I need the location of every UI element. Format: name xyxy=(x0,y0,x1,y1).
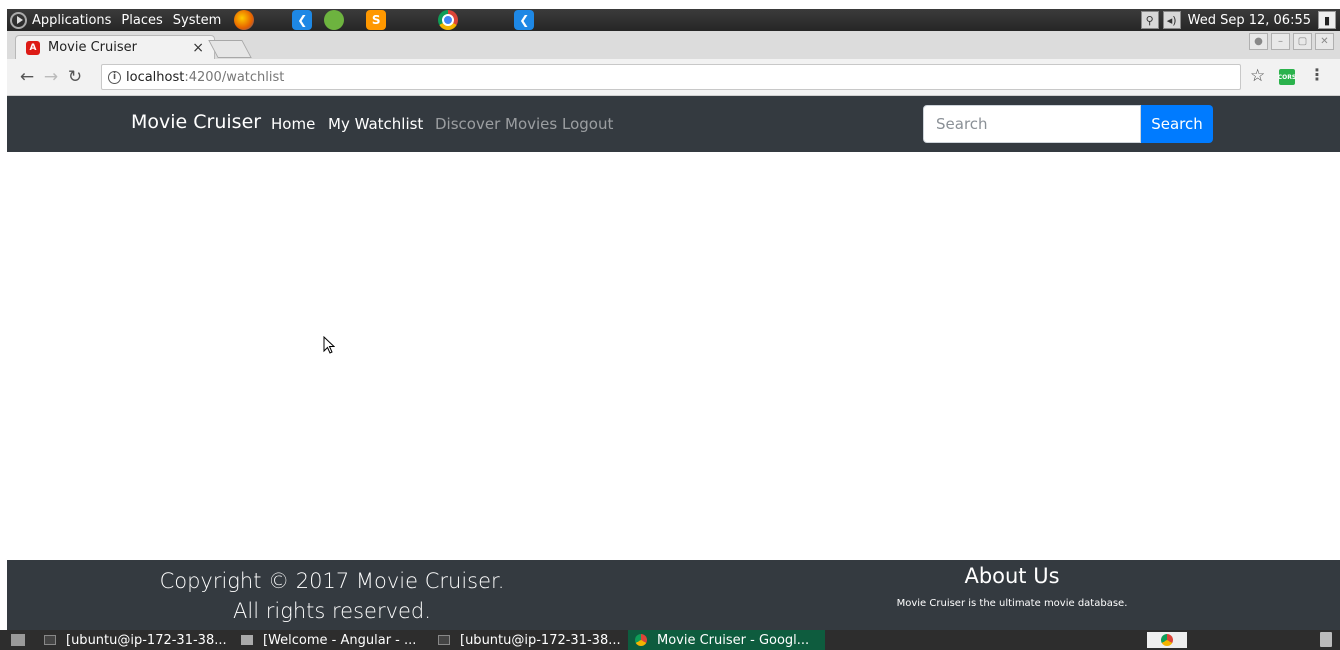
tab-title: Movie Cruiser xyxy=(48,40,137,55)
cors-extension-icon[interactable]: CORS xyxy=(1278,69,1296,85)
applications-menu-label: Applications xyxy=(32,12,112,28)
terminal-icon xyxy=(44,635,56,645)
minimize-icon[interactable]: – xyxy=(1271,33,1290,50)
firefox-icon[interactable] xyxy=(234,10,255,30)
vscode-icon[interactable]: ❮ xyxy=(292,10,313,30)
close-tab-icon[interactable]: × xyxy=(192,40,204,56)
workspace-switcher[interactable] xyxy=(1147,632,1187,648)
back-arrow-icon[interactable]: ← xyxy=(15,65,39,89)
taskbar-item-label: [ubuntu@ip-172-31-38... xyxy=(460,632,621,648)
sublime-text-icon[interactable]: S xyxy=(366,10,387,30)
bottom-taskbar: [ubuntu@ip-172-31-38... [Welcome - Angul… xyxy=(0,630,1340,650)
tab-strip: A Movie Cruiser × ● – ▢ ✕ xyxy=(7,31,1340,59)
spring-icon[interactable] xyxy=(324,10,345,30)
chrome-menu-icon[interactable]: ⋮ xyxy=(1309,65,1325,84)
copyright-text: Copyright © 2017 Movie Cruiser. All righ… xyxy=(132,566,532,626)
places-menu[interactable]: Places xyxy=(118,9,169,31)
window-controls: ● – ▢ ✕ xyxy=(1249,33,1334,50)
reload-icon[interactable]: ↻ xyxy=(63,65,87,89)
places-menu-label: Places xyxy=(121,12,163,28)
copyright-line-1: Copyright © 2017 Movie Cruiser. xyxy=(159,569,505,593)
nav-link-logout[interactable]: Logout xyxy=(562,115,613,133)
copyright-line-2: All rights reserved. xyxy=(233,599,431,623)
about-us-heading: About Us xyxy=(964,564,1060,588)
maximize-icon[interactable]: ▢ xyxy=(1293,33,1312,50)
app-footer: Copyright © 2017 Movie Cruiser. All righ… xyxy=(7,560,1340,630)
vscode-icon[interactable]: ❮ xyxy=(514,10,535,30)
tab-movie-cruiser[interactable]: A Movie Cruiser × xyxy=(15,35,215,59)
chrome-icon xyxy=(635,634,647,646)
app-navbar: Movie Cruiser Home My Watchlist Discover… xyxy=(7,96,1340,152)
url-host: localhost xyxy=(126,69,185,85)
search-button[interactable]: Search xyxy=(1141,105,1213,143)
navbar-brand[interactable]: Movie Cruiser xyxy=(131,111,261,133)
about-us-text: Movie Cruiser is the ultimate movie data… xyxy=(896,598,1128,609)
volume-icon[interactable]: ◂) xyxy=(1162,11,1181,29)
taskbar-item-files[interactable]: [Welcome - Angular - ... xyxy=(234,630,431,650)
nav-link-home[interactable]: Home xyxy=(271,115,315,133)
chrome-icon[interactable] xyxy=(438,10,459,30)
profile-icon[interactable]: ● xyxy=(1249,33,1268,50)
ubuntu-logo-icon xyxy=(10,11,27,29)
nav-link-discover-movies[interactable]: Discover Movies xyxy=(435,115,557,133)
taskbar-item-label: [ubuntu@ip-172-31-38... xyxy=(66,632,227,648)
taskbar-item-terminal-1[interactable]: [ubuntu@ip-172-31-38... xyxy=(37,630,234,650)
info-icon[interactable]: i xyxy=(108,70,121,84)
bookmark-star-icon[interactable]: ☆ xyxy=(1250,66,1265,86)
terminal-icon xyxy=(438,635,450,645)
top-panel: Applications Places System ❮ S ❮ ⚲ ◂) We… xyxy=(7,9,1340,31)
mouse-pointer-icon xyxy=(323,336,335,354)
close-window-icon[interactable]: ✕ xyxy=(1315,33,1334,50)
trash-icon[interactable] xyxy=(1320,632,1332,647)
forward-arrow-icon[interactable]: → xyxy=(39,65,63,89)
nav-link-my-watchlist[interactable]: My Watchlist xyxy=(328,115,423,133)
address-bar[interactable]: i localhost :4200/watchlist xyxy=(101,64,1241,90)
watchlist-content xyxy=(7,152,1340,560)
angular-favicon-icon: A xyxy=(26,40,40,55)
taskbar-item-chrome[interactable]: Movie Cruiser - Googl... xyxy=(628,630,825,650)
clock[interactable]: Wed Sep 12, 06:55 xyxy=(1188,13,1311,28)
power-icon[interactable]: ▮ xyxy=(1318,11,1336,29)
show-desktop-icon[interactable] xyxy=(11,634,25,646)
files-icon xyxy=(241,635,253,645)
system-menu-label: System xyxy=(172,12,222,28)
taskbar-item-label: [Welcome - Angular - ... xyxy=(263,632,417,648)
applications-menu[interactable]: Applications xyxy=(7,9,118,31)
taskbar-item-terminal-2[interactable]: [ubuntu@ip-172-31-38... xyxy=(431,630,628,650)
search-tray-icon[interactable]: ⚲ xyxy=(1140,11,1159,29)
search-input[interactable] xyxy=(923,105,1141,143)
browser-toolbar: ← → ↻ i localhost :4200/watchlist ☆ CORS… xyxy=(7,59,1340,96)
taskbar-item-label: Movie Cruiser - Googl... xyxy=(657,632,810,648)
chrome-icon xyxy=(1161,634,1173,646)
system-menu[interactable]: System xyxy=(170,9,228,31)
url-path: :4200/watchlist xyxy=(184,69,285,85)
